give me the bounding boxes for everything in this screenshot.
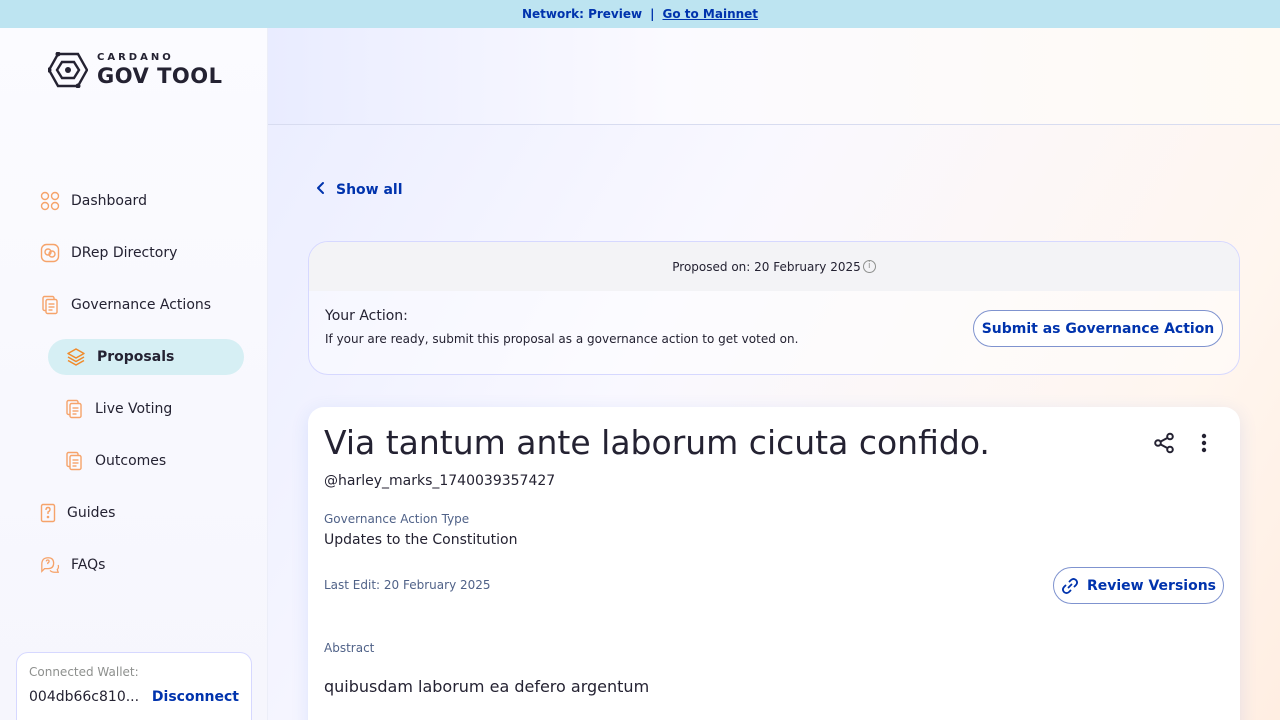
sidebar-item-proposals[interactable]: Proposals xyxy=(48,339,244,375)
governance-actions-icon xyxy=(40,295,60,315)
go-to-mainnet-link[interactable]: Go to Mainnet xyxy=(662,7,758,21)
show-all-label: Show all xyxy=(336,181,403,198)
info-icon[interactable]: i xyxy=(862,260,876,273)
sidebar: CARDANO GOV TOOL Dashboard DRep Director… xyxy=(0,28,268,720)
review-versions-label: Review Versions xyxy=(1086,577,1217,594)
abstract-label: Abstract xyxy=(324,641,375,655)
sidebar-item-live-voting[interactable]: Live Voting xyxy=(64,391,172,427)
your-action-description: If your are ready, submit this proposal … xyxy=(325,332,799,346)
proposal-card: Via tantum ante laborum cicuta confido. … xyxy=(308,407,1240,720)
your-action-title: Your Action: xyxy=(325,308,408,324)
sidebar-item-label: Outcomes xyxy=(95,453,167,469)
sidebar-item-outcomes[interactable]: Outcomes xyxy=(64,443,166,479)
wallet-address: 004db66c810... xyxy=(29,689,140,705)
outcomes-icon xyxy=(64,451,84,471)
network-label: Network: Preview xyxy=(521,7,643,21)
proposal-title: Via tantum ante laborum cicuta confido. xyxy=(324,423,990,462)
chevron-left-icon xyxy=(316,180,326,199)
logo-subtitle: CARDANO xyxy=(97,52,174,63)
sidebar-item-label: Live Voting xyxy=(95,401,173,417)
dashboard-icon xyxy=(40,191,60,211)
logo[interactable]: CARDANO GOV TOOL xyxy=(48,52,223,88)
live-voting-icon xyxy=(64,399,84,419)
share-icon[interactable] xyxy=(1152,431,1176,455)
connected-wallet-panel: Connected Wallet: 004db66c810... Disconn… xyxy=(16,652,252,720)
submit-as-governance-action-button[interactable]: Submit as Governance Action xyxy=(973,310,1223,347)
sidebar-item-label: FAQs xyxy=(71,557,106,573)
review-versions-button[interactable]: Review Versions xyxy=(1053,567,1224,604)
connected-wallet-label: Connected Wallet: xyxy=(29,665,139,679)
cardano-logo-icon xyxy=(48,52,88,88)
sidebar-item-label: Dashboard xyxy=(71,193,147,209)
show-all-link[interactable]: Show all xyxy=(316,180,403,199)
sidebar-item-label: DRep Directory xyxy=(71,245,178,261)
banner-separator: | xyxy=(650,7,655,21)
sidebar-item-drep-directory[interactable]: DRep Directory xyxy=(40,235,177,271)
proposed-on-date: Proposed on: 20 February 2025 xyxy=(672,259,861,274)
link-icon xyxy=(1061,577,1079,595)
logo-title: GOV TOOL xyxy=(97,64,223,88)
guides-icon xyxy=(40,503,56,523)
proposal-author: @harley_marks_1740039357427 xyxy=(324,473,556,489)
proposals-icon xyxy=(66,347,86,367)
governance-action-type-value: Updates to the Constitution xyxy=(324,532,518,548)
sidebar-item-label: Proposals xyxy=(97,349,175,365)
network-banner: Network: Preview | Go to Mainnet xyxy=(0,0,1280,28)
sidebar-item-dashboard[interactable]: Dashboard xyxy=(40,183,147,219)
proposed-on-bar: Proposed on: 20 February 2025 i xyxy=(309,242,1239,291)
sidebar-item-label: Guides xyxy=(67,505,116,521)
more-options-icon[interactable] xyxy=(1192,431,1216,455)
sidebar-item-governance-actions[interactable]: Governance Actions xyxy=(40,287,211,323)
faqs-icon xyxy=(40,555,60,575)
sidebar-item-label: Governance Actions xyxy=(71,297,212,313)
main-content: Show all Proposed on: 20 February 2025 i… xyxy=(268,28,1280,720)
disconnect-button[interactable]: Disconnect xyxy=(152,689,239,705)
page-header xyxy=(268,28,1280,125)
sidebar-item-faqs[interactable]: FAQs xyxy=(40,547,105,583)
your-action-card: Proposed on: 20 February 2025 i Your Act… xyxy=(308,241,1240,375)
sidebar-item-guides[interactable]: Guides xyxy=(40,495,115,531)
abstract-text: quibusdam laborum ea defero argentum xyxy=(324,677,650,696)
last-edit-date: Last Edit: 20 February 2025 xyxy=(324,578,491,592)
governance-action-type-label: Governance Action Type xyxy=(324,512,470,526)
drep-directory-icon xyxy=(40,243,60,263)
